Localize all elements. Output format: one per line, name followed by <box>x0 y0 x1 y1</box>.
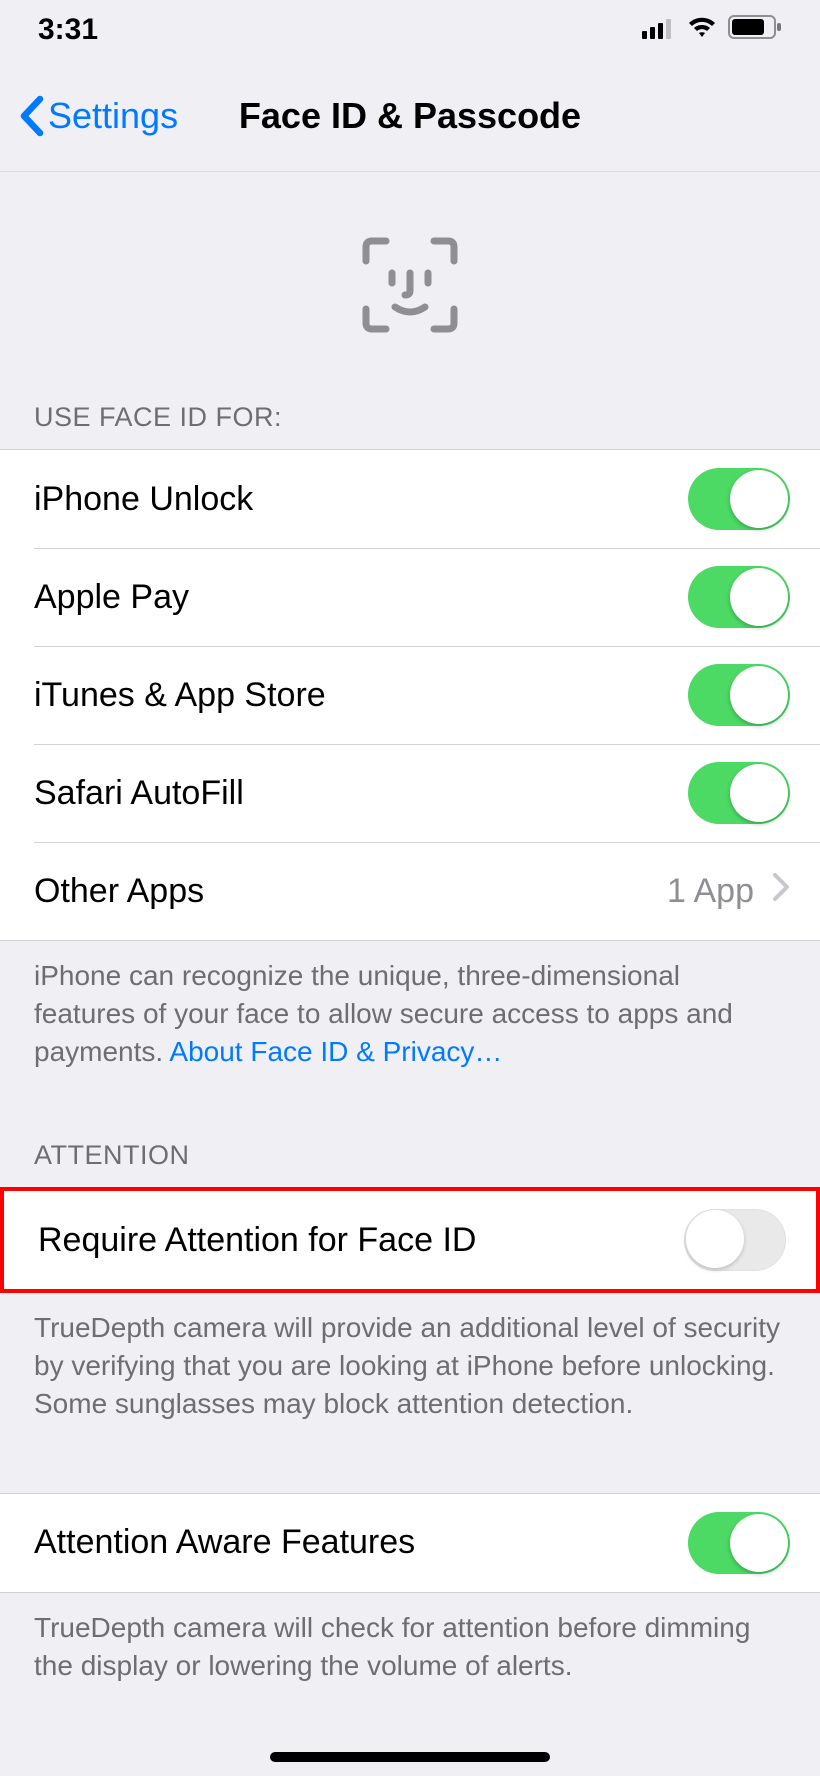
row-label: Apple Pay <box>34 578 189 617</box>
chevron-left-icon <box>18 95 44 137</box>
use-face-id-list: iPhone Unlock Apple Pay iTunes & App Sto… <box>0 449 820 941</box>
toggle-safari-autofill[interactable] <box>688 762 790 824</box>
row-attention-aware: Attention Aware Features <box>0 1494 820 1592</box>
status-bar: 3:31 <box>0 0 820 60</box>
toggle-itunes-app-store[interactable] <box>688 664 790 726</box>
other-apps-count: 1 App <box>667 872 754 911</box>
toggle-require-attention[interactable] <box>684 1209 786 1271</box>
row-label: Safari AutoFill <box>34 774 244 813</box>
about-faceid-link[interactable]: About Face ID & Privacy… <box>169 1036 502 1067</box>
faceid-hero <box>0 172 820 402</box>
row-label: Other Apps <box>34 872 204 911</box>
highlight-annotation: Require Attention for Face ID <box>0 1187 820 1293</box>
section-header-use-face-id: USE FACE ID FOR: <box>0 402 820 449</box>
back-label: Settings <box>48 95 178 137</box>
row-label: Require Attention for Face ID <box>38 1221 476 1260</box>
attention-aware-list: Attention Aware Features <box>0 1493 820 1593</box>
row-label: iTunes & App Store <box>34 676 326 715</box>
row-itunes-app-store: iTunes & App Store <box>0 646 820 744</box>
toggle-attention-aware[interactable] <box>688 1512 790 1574</box>
faceid-icon <box>360 235 460 340</box>
row-label: Attention Aware Features <box>34 1523 415 1562</box>
nav-bar: Settings Face ID & Passcode <box>0 60 820 172</box>
toggle-apple-pay[interactable] <box>688 566 790 628</box>
home-indicator[interactable] <box>270 1752 550 1762</box>
row-apple-pay: Apple Pay <box>0 548 820 646</box>
toggle-iphone-unlock[interactable] <box>688 468 790 530</box>
cellular-icon <box>642 13 676 47</box>
attention-aware-footer: TrueDepth camera will check for attentio… <box>0 1593 820 1685</box>
section-header-attention: ATTENTION <box>0 1140 820 1187</box>
row-require-attention: Require Attention for Face ID <box>4 1191 816 1289</box>
back-button[interactable]: Settings <box>0 95 178 137</box>
battery-icon <box>728 13 782 47</box>
status-right <box>642 13 782 47</box>
attention-require-list: Require Attention for Face ID <box>4 1191 816 1289</box>
use-face-id-footer: iPhone can recognize the unique, three-d… <box>0 941 820 1070</box>
row-iphone-unlock: iPhone Unlock <box>0 450 820 548</box>
row-safari-autofill: Safari AutoFill <box>0 744 820 842</box>
page-title: Face ID & Passcode <box>239 95 581 137</box>
chevron-right-icon <box>772 872 790 911</box>
wifi-icon <box>686 13 718 47</box>
require-attention-footer: TrueDepth camera will provide an additio… <box>0 1293 820 1422</box>
status-time: 3:31 <box>38 13 98 47</box>
row-label: iPhone Unlock <box>34 480 253 519</box>
row-other-apps[interactable]: Other Apps 1 App <box>0 842 820 940</box>
